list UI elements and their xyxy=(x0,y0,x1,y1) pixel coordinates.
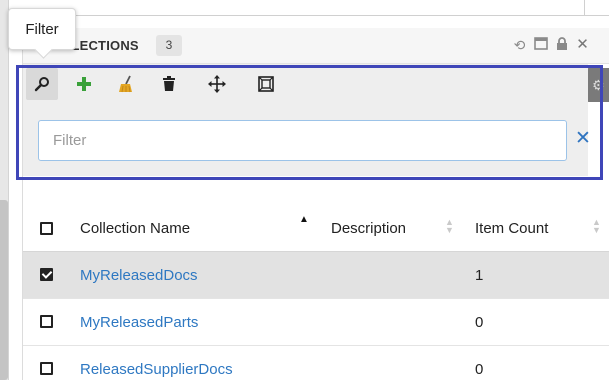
sort-icon[interactable]: ▲ ▼ xyxy=(445,218,454,235)
collection-name-link[interactable]: MyReleasedParts xyxy=(80,314,198,331)
table-row[interactable]: MyReleasedParts 0 xyxy=(23,299,609,346)
sort-ascending-icon[interactable]: ▲ xyxy=(299,215,309,225)
fit-frame-icon xyxy=(258,76,274,92)
panel-header-actions: ⟲ ✕ xyxy=(512,37,590,54)
item-count: 0 xyxy=(475,313,484,331)
panel-toolbar xyxy=(23,64,588,104)
item-count: 0 xyxy=(475,360,484,378)
app-viewport: OLLECTIONS 3 ⟲ ✕ ⚙ Filter ✕ Collection N… xyxy=(0,0,609,380)
clear-button[interactable] xyxy=(110,68,142,100)
row-checkbox[interactable] xyxy=(40,362,53,375)
collection-count-badge: 3 xyxy=(156,35,182,56)
top-divider xyxy=(9,15,609,16)
trash-icon xyxy=(163,76,175,91)
item-count: 1 xyxy=(475,266,484,284)
plus-icon xyxy=(77,77,91,91)
table-header-row: Collection Name ▲ Description ▲ ▼ Item Co… xyxy=(23,206,609,252)
top-divider-tick xyxy=(584,0,585,15)
gear-icon: ⚙ xyxy=(592,77,605,93)
lock-icon[interactable] xyxy=(554,37,569,53)
collection-name-link[interactable]: MyReleasedDocs xyxy=(80,267,198,284)
panel-header: OLLECTIONS 3 ⟲ ✕ xyxy=(23,28,609,64)
column-header-description[interactable]: Description xyxy=(331,206,406,251)
collections-table: Collection Name ▲ Description ▲ ▼ Item Co… xyxy=(23,206,609,380)
collections-panel: OLLECTIONS 3 ⟲ ✕ ⚙ Filter ✕ Collection N… xyxy=(22,28,609,380)
select-all-checkbox[interactable] xyxy=(40,222,53,235)
filter-tooltip: Filter xyxy=(8,8,76,50)
left-scrollbar-thumb[interactable] xyxy=(0,200,8,380)
row-checkbox[interactable] xyxy=(40,315,53,328)
filter-row: ✕ xyxy=(23,104,591,176)
sort-icon[interactable]: ▲ ▼ xyxy=(592,218,601,235)
broom-icon xyxy=(119,75,132,93)
move-button[interactable] xyxy=(201,68,233,100)
delete-button[interactable] xyxy=(153,68,185,100)
left-scrollbar-track[interactable] xyxy=(0,0,9,380)
maximize-icon[interactable] xyxy=(533,37,548,53)
refresh-icon[interactable]: ⟲ xyxy=(512,37,527,53)
column-header-collection-name[interactable]: Collection Name xyxy=(80,206,190,251)
table-row[interactable]: ReleasedSupplierDocs 0 xyxy=(23,346,609,380)
filter-button[interactable] xyxy=(26,68,58,100)
filter-input[interactable] xyxy=(38,120,567,161)
fit-button[interactable] xyxy=(250,68,282,100)
search-icon xyxy=(34,77,49,92)
add-button[interactable] xyxy=(68,68,100,100)
close-icon[interactable]: ✕ xyxy=(575,37,590,53)
clear-filter-icon[interactable]: ✕ xyxy=(575,129,591,149)
column-header-item-count[interactable]: Item Count xyxy=(475,206,548,251)
collection-name-link[interactable]: ReleasedSupplierDocs xyxy=(80,361,233,378)
table-row[interactable]: MyReleasedDocs 1 xyxy=(23,252,609,299)
move-arrows-icon xyxy=(208,75,226,93)
row-checkbox[interactable] xyxy=(40,268,53,281)
